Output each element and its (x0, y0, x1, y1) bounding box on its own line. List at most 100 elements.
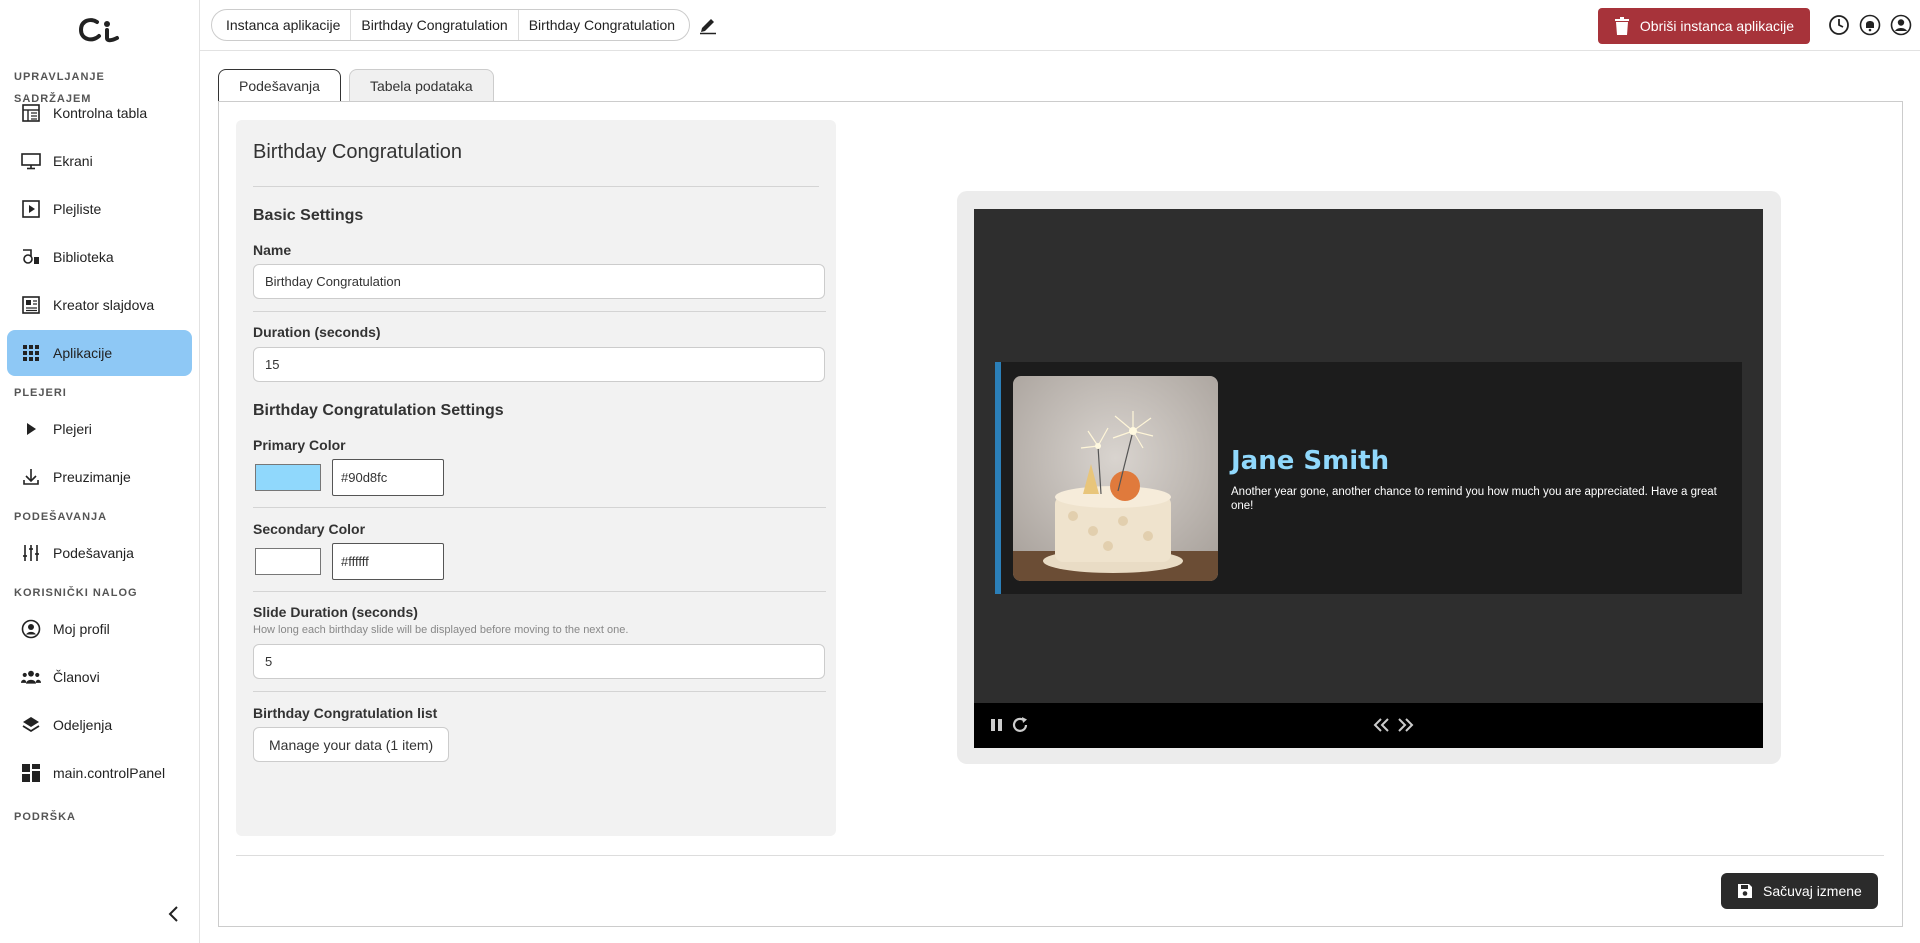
next-slide-button[interactable] (1397, 717, 1415, 738)
section-title-support: PODRŠKA (14, 811, 77, 823)
sidebar-item-label: Ekrani (53, 153, 93, 169)
celebrant-name: Jane Smith (1231, 446, 1390, 476)
divider (253, 507, 826, 508)
slide-creator-icon (21, 295, 41, 315)
library-icon (21, 247, 41, 267)
primary-color-swatch[interactable] (255, 464, 321, 491)
duration-label: Duration (seconds) (253, 324, 381, 340)
top-bar: Instanca aplikacije Birthday Congratulat… (200, 0, 1920, 51)
user-circle-icon (1890, 14, 1912, 36)
celebrant-message: Another year gone, another chance to rem… (1231, 486, 1717, 512)
delete-button-label: Obriši instanca aplikacije (1639, 18, 1794, 34)
clock-icon (1829, 15, 1849, 35)
double-chevron-right-icon (1398, 718, 1414, 732)
sidebar-item-label: Preuzimanje (53, 469, 131, 485)
section-title-settings: PODEŠAVANJA (14, 511, 108, 523)
logo-icon (78, 18, 119, 43)
refresh-icon (1012, 717, 1028, 732)
primary-color-row: #90d8fc (255, 459, 444, 496)
tab-settings[interactable]: Podešavanja (218, 69, 341, 102)
sidebar-item-label: Plejeri (53, 421, 92, 437)
edit-title-button[interactable] (698, 15, 718, 35)
layers-icon (21, 715, 41, 735)
trash-icon (1614, 17, 1630, 35)
sidebar: UPRAVLJANJE SADRŽAJEM Kontrolna tabla Ek… (0, 0, 200, 943)
divider (253, 311, 826, 312)
account-button[interactable] (1890, 14, 1912, 36)
tab-bar: Podešavanja Tabela podataka (218, 69, 494, 102)
name-label: Name (253, 242, 292, 258)
pause-button[interactable] (990, 718, 1004, 737)
secondary-color-swatch[interactable] (255, 548, 321, 575)
sidebar-item-label: Kreator slajdova (53, 297, 155, 313)
pause-icon (991, 719, 1002, 731)
bell-icon (1859, 14, 1881, 36)
breadcrumb-item[interactable]: Birthday Congratulation (519, 10, 685, 40)
slide-duration-hint: How long each birthday slide will be dis… (253, 624, 629, 636)
duration-input[interactable]: 15 (253, 347, 825, 382)
sidebar-item-slide-creator[interactable]: Kreator slajdova (7, 282, 192, 328)
list-label: Birthday Congratulation list (253, 705, 438, 721)
section-title-account: KORISNIČKI NALOG (14, 587, 138, 599)
divider (236, 855, 1884, 856)
profile-icon (21, 619, 41, 639)
playlist-icon (21, 199, 41, 219)
delete-instance-button[interactable]: Obriši instanca aplikacije (1597, 8, 1810, 44)
section-title-players: PLEJERI (14, 387, 67, 399)
divider (253, 186, 819, 187)
sidebar-item-apps[interactable]: Aplikacije (7, 330, 192, 376)
sidebar-item-departments[interactable]: Odeljenja (7, 702, 192, 748)
breadcrumb-item[interactable]: Instanca aplikacije (216, 10, 352, 40)
control-panel-icon (21, 763, 41, 783)
secondary-color-label: Secondary Color (253, 521, 366, 537)
sidebar-item-label: Podešavanja (53, 545, 134, 561)
apps-grid-icon (21, 343, 41, 363)
save-changes-button[interactable]: Sačuvaj izmene (1721, 873, 1878, 909)
sliders-icon (21, 543, 41, 563)
manage-data-button[interactable]: Manage your data (1 item) (253, 727, 450, 762)
reload-button[interactable] (1011, 716, 1029, 739)
monitor-icon (21, 151, 41, 171)
sidebar-item-control-panel[interactable]: main.controlPanel (7, 750, 192, 796)
logo[interactable] (0, 0, 199, 60)
members-icon (21, 667, 41, 687)
sidebar-item-library[interactable]: Biblioteka (7, 234, 192, 280)
slide-duration-input[interactable]: 5 (253, 644, 825, 679)
name-input[interactable]: Birthday Congratulation (253, 264, 825, 299)
sidebar-item-label: Moj profil (53, 621, 110, 637)
sidebar-item-label: Plejliste (53, 201, 102, 217)
tab-data-table[interactable]: Tabela podataka (348, 69, 494, 102)
sidebar-item-label: Kontrolna tabla (53, 105, 148, 121)
collapse-sidebar-button[interactable] (165, 905, 183, 923)
divider (253, 591, 826, 592)
dashboard-icon (21, 103, 41, 123)
sidebar-item-players[interactable]: Plejeri (7, 406, 192, 452)
cake-photo (1013, 376, 1218, 581)
sidebar-item-members[interactable]: Članovi (7, 654, 192, 700)
chevron-left-icon (168, 906, 178, 922)
pencil-icon (700, 19, 716, 35)
previous-slide-button[interactable] (1372, 717, 1390, 738)
secondary-color-row: #ffffff (255, 543, 444, 580)
sidebar-item-settings[interactable]: Podešavanja (7, 530, 192, 576)
primary-color-label: Primary Color (253, 437, 346, 453)
breadcrumb-item[interactable]: Birthday Congratulation (351, 10, 519, 40)
sidebar-item-playlists[interactable]: Plejliste (7, 186, 192, 232)
secondary-color-input[interactable]: #ffffff (332, 543, 444, 580)
player-controls (974, 703, 1763, 748)
breadcrumb: Instanca aplikacije Birthday Congratulat… (211, 9, 691, 41)
sidebar-item-label: Aplikacije (53, 345, 113, 361)
form-title: Birthday Congratulation (253, 141, 463, 163)
history-button[interactable] (1828, 14, 1850, 36)
floppy-disk-icon (1737, 883, 1753, 899)
notifications-button[interactable] (1859, 14, 1881, 36)
primary-color-input[interactable]: #90d8fc (332, 459, 444, 496)
sidebar-item-screens[interactable]: Ekrani (7, 138, 192, 184)
basic-settings-heading: Basic Settings (253, 207, 364, 224)
double-chevron-left-icon (1373, 718, 1389, 732)
slide-duration-label: Slide Duration (seconds) (253, 604, 418, 620)
divider (253, 691, 826, 692)
sidebar-item-profile[interactable]: Moj profil (7, 606, 192, 652)
sidebar-item-download[interactable]: Preuzimanje (7, 454, 192, 500)
download-icon (21, 467, 41, 487)
